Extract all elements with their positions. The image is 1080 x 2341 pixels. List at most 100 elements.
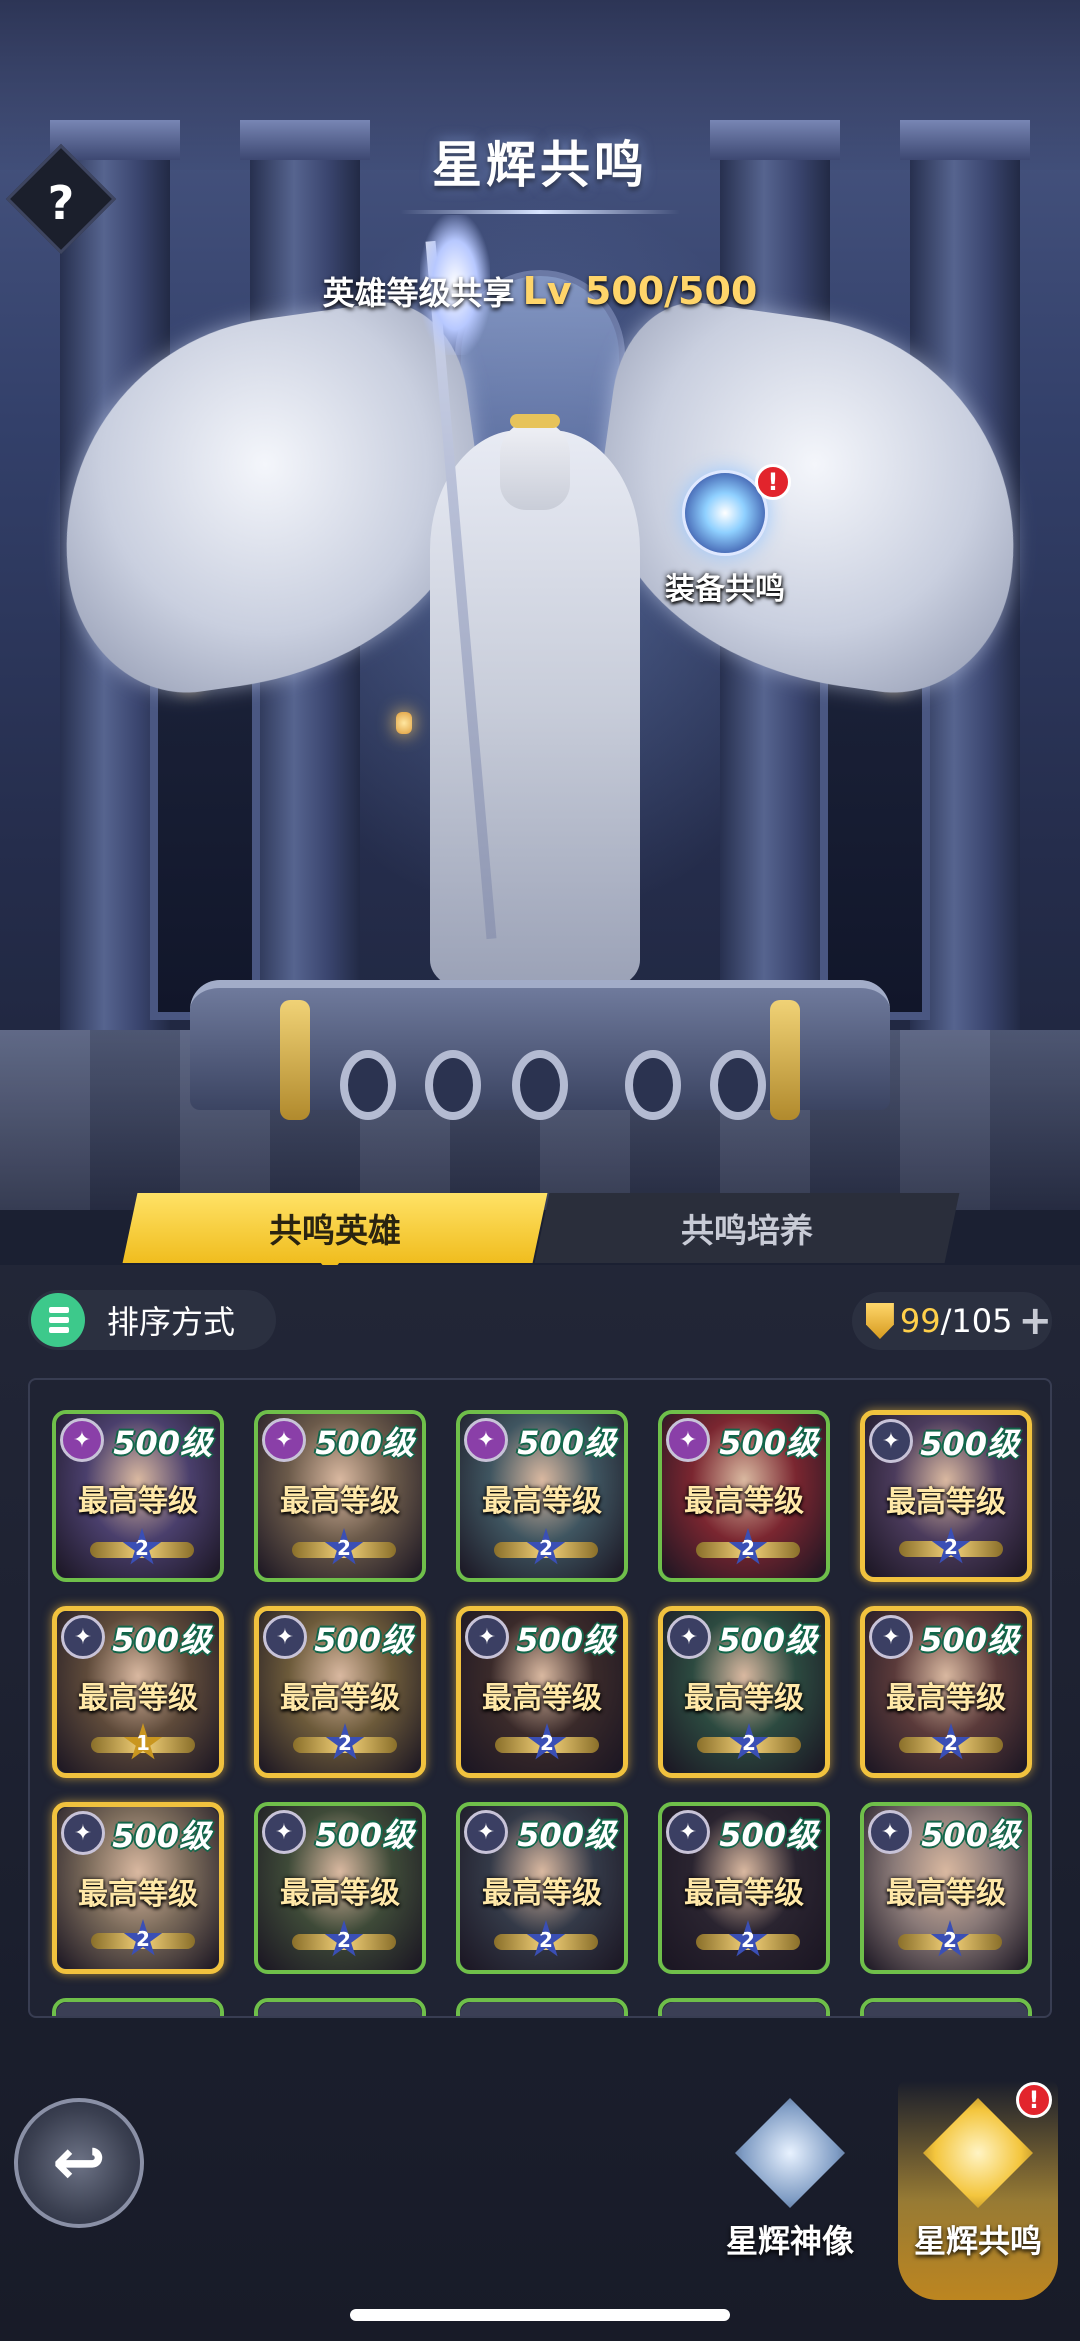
rank-badge: 2 [293, 1717, 397, 1769]
angel-statue[interactable] [430, 430, 640, 990]
nav-starlight-resonance[interactable]: 星辉共鸣 ! [898, 2080, 1058, 2300]
faction-icon: ✦ [61, 1811, 105, 1855]
max-level-label: 最高等级 [886, 1876, 1006, 1911]
hero-level: 500级 [314, 1621, 413, 1659]
hero-grid: ✦ 500级 最高等级 2 ✦ 500级 最高等级 2 ✦ 500级 最高等级 2 ✦ 500级 最高等级 2… [28, 1378, 1052, 2018]
max-level-label: 最高等级 [280, 1484, 400, 1519]
hero-card[interactable]: ✦ 500级 最高等级 2 [254, 1606, 426, 1778]
hero-portrait [864, 2002, 1028, 2016]
rank-badge: 2 [697, 1717, 801, 1769]
tab-label: 共鸣英雄 [269, 1211, 401, 1250]
statue-crown [510, 414, 560, 428]
hero-card[interactable]: ✦ 500级 最高等级 2 [860, 1410, 1032, 1582]
hero-card[interactable] [658, 1998, 830, 2016]
resonance-emblem-icon [923, 2098, 1033, 2208]
hero-capacity: 99/105 + [852, 1292, 1052, 1350]
max-level-label: 最高等级 [280, 1876, 400, 1911]
hero-card[interactable]: ✦ 500级最高等级 2 [860, 1802, 1032, 1974]
rank-badge: 1 [91, 1717, 195, 1769]
rank-badge: 2 [898, 1914, 1002, 1966]
hero-card[interactable]: ✦ 500级 最高等级 2 [52, 1410, 224, 1582]
hero-level: 500级 [920, 1621, 1019, 1659]
rank-badge: 2 [90, 1522, 194, 1574]
title-divider [400, 210, 680, 214]
faction-icon: ✦ [666, 1418, 710, 1462]
equip-resonance-button[interactable]: 装备共鸣 ! [645, 464, 805, 620]
sort-list-icon [31, 1293, 85, 1347]
hero-card[interactable]: ✦ 500级 最高等级 2 [456, 1606, 628, 1778]
max-level-label: 最高等级 [78, 1484, 198, 1519]
hero-card[interactable] [254, 1998, 426, 2016]
faction-icon: ✦ [262, 1418, 306, 1462]
add-slot-button[interactable]: + [1018, 1298, 1052, 1344]
rank-badge: 2 [696, 1522, 800, 1574]
capacity-text: 99/105 [900, 1302, 1013, 1340]
max-level-label: 最高等级 [684, 1681, 804, 1716]
hero-card[interactable] [52, 1998, 224, 2016]
nav-label: 星辉共鸣 [913, 2222, 1042, 2260]
rank-badge: 2 [696, 1914, 800, 1966]
sort-button[interactable]: 排序方式 [28, 1290, 276, 1350]
alert-badge: ! [755, 464, 791, 500]
max-level-label: 最高等级 [684, 1876, 804, 1911]
sort-label: 排序方式 [107, 1303, 236, 1341]
faction-icon: ✦ [464, 1418, 508, 1462]
hero-card[interactable]: ✦ 500级最高等级 2 [658, 1802, 830, 1974]
hero-card[interactable]: ✦ 500级 最高等级 2 [254, 1802, 426, 1974]
hero-card[interactable] [456, 1998, 628, 2016]
hero-level: 500级 [921, 1816, 1020, 1854]
page-title: 星辉共鸣 [432, 136, 648, 194]
statue-emblem-icon [735, 2098, 845, 2208]
hero-level: 500级 [112, 1621, 211, 1659]
max-level-label: 最高等级 [78, 1681, 198, 1716]
hero-card[interactable]: ✦ 500级 最高等级 2 [658, 1606, 830, 1778]
hero-level: 500级 [517, 1424, 616, 1462]
pedestal-gold-trim [770, 1000, 800, 1120]
nav-label: 星辉神像 [725, 2222, 854, 2260]
hero-card[interactable]: ✦ 500级 最高等级 1 [52, 1606, 224, 1778]
faction-icon: ✦ [667, 1615, 711, 1659]
max-level-label: 最高等级 [886, 1681, 1006, 1716]
home-indicator[interactable] [350, 2309, 730, 2321]
hero-card[interactable]: ✦ 500级 最高等级 2 [52, 1802, 224, 1974]
hero-card[interactable] [860, 1998, 1032, 2016]
faction-icon: ✦ [666, 1810, 710, 1854]
hero-level: 500级 [516, 1621, 615, 1659]
hero-level: 500级 [719, 1816, 818, 1854]
max-level-label: 最高等级 [684, 1484, 804, 1519]
max-level-label: 最高等级 [482, 1484, 602, 1519]
hero-card[interactable]: ✦ 500级最高等级 2 [254, 1410, 426, 1582]
pedestal-ring [425, 1050, 481, 1120]
hero-portrait [662, 2002, 826, 2016]
rank-badge: 2 [494, 1914, 598, 1966]
hero-level: 500级 [315, 1816, 414, 1854]
hero-card[interactable]: ✦ 500级 最高等级 2 [456, 1802, 628, 1974]
tab-resonance-heroes[interactable]: 共鸣英雄 [122, 1193, 548, 1263]
back-button[interactable]: ↩ [14, 2098, 144, 2228]
faction-icon: ✦ [263, 1615, 307, 1659]
level-share-label: 英雄等级共享 [322, 274, 515, 312]
rank-badge: 2 [292, 1914, 396, 1966]
rank-badge: 2 [899, 1717, 1003, 1769]
hero-card[interactable]: ✦ 500级 最高等级 2 [860, 1606, 1032, 1778]
hero-level: 500级 [315, 1424, 414, 1462]
return-arrow-icon: ↩ [52, 2126, 106, 2200]
rank-badge: 2 [91, 1913, 195, 1965]
hero-level: 500级 [719, 1424, 818, 1462]
hero-card[interactable]: ✦ 500级 最高等级 2 [456, 1410, 628, 1582]
faction-icon: ✦ [869, 1419, 913, 1463]
tab-resonance-training[interactable]: 共鸣培养 [534, 1193, 960, 1263]
nav-starlight-statue[interactable]: 星辉神像 [715, 2080, 865, 2300]
pedestal-gold-trim [280, 1000, 310, 1120]
tab-label: 共鸣培养 [681, 1211, 813, 1250]
wall-lamp [396, 712, 412, 734]
rank-badge: 2 [292, 1522, 396, 1574]
hero-card[interactable]: ✦ 500级最高等级 2 [658, 1410, 830, 1582]
max-level-label: 最高等级 [482, 1876, 602, 1911]
rank-badge: 2 [495, 1717, 599, 1769]
capacity-current: 99 [899, 1302, 941, 1340]
hero-portrait [258, 2002, 422, 2016]
tab-bar: 共鸣英雄 共鸣培养 [122, 1193, 960, 1265]
faction-icon: ✦ [60, 1418, 104, 1462]
faction-icon: ✦ [868, 1810, 912, 1854]
